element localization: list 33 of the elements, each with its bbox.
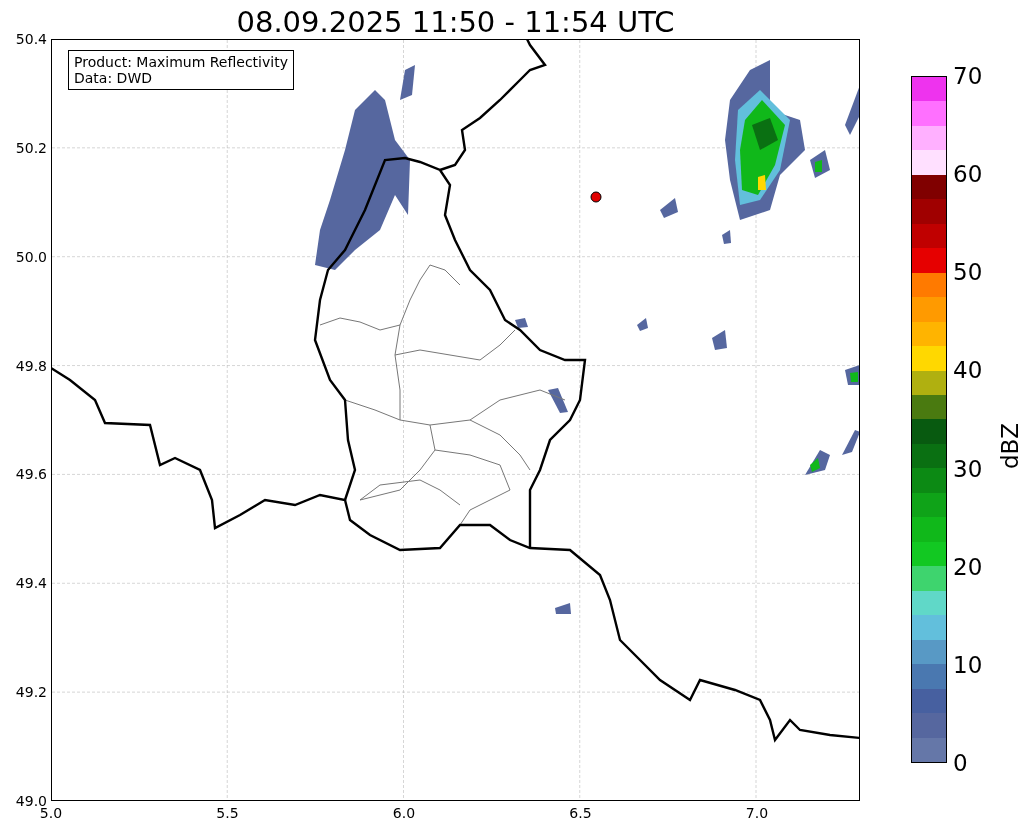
colorbar-tick-label: 70: [953, 63, 984, 89]
radar-echo-drawing: [845, 365, 859, 385]
radar-echo-drawing: [722, 230, 731, 244]
radar-echo-drawing: [660, 198, 678, 218]
y-tick-label: 49.4: [15, 575, 47, 592]
y-tick-label: 49.6: [15, 466, 47, 483]
location-marker: [590, 191, 602, 203]
y-tick-label: 50.2: [15, 139, 47, 156]
colorbar-tick-label: 10: [953, 651, 984, 678]
radar-echo-drawing: [810, 150, 830, 178]
radar-echo-drawing: [805, 450, 830, 475]
radar-echo-drawing: [548, 388, 568, 413]
colorbar-tick-label: 40: [953, 357, 984, 384]
y-tick-label: 49.2: [15, 684, 47, 701]
info-box: Product: Maximum Reflectivity Data: DWD: [68, 50, 294, 90]
colorbar-tick-label: 0: [953, 750, 969, 776]
radar-echo-drawing: [555, 603, 571, 614]
radar-echo-drawing: [842, 430, 859, 455]
radar-echo-drawing: [515, 318, 528, 328]
y-tick-label: 49.8: [15, 357, 47, 374]
y-tick-label: 50.4: [15, 31, 47, 47]
radar-echo-drawing: [712, 330, 727, 350]
x-tick-label: 6.5: [568, 805, 593, 823]
x-tick-label: 7.0: [744, 805, 770, 823]
colorbar-tick-label: 60: [953, 161, 984, 188]
radar-echo-drawing: [637, 318, 648, 331]
chart-title: 08.09.2025 11:50 - 11:54 UTC: [236, 4, 675, 39]
y-tick-label: 50.0: [15, 248, 47, 265]
x-tick-label: 6.0: [391, 805, 417, 823]
colorbar-tick-label: 50: [953, 259, 984, 286]
colorbar-tick-label: 20: [953, 553, 984, 580]
colorbar-label: dBZ: [997, 422, 1023, 470]
x-tick-label: 5.5: [215, 805, 240, 823]
